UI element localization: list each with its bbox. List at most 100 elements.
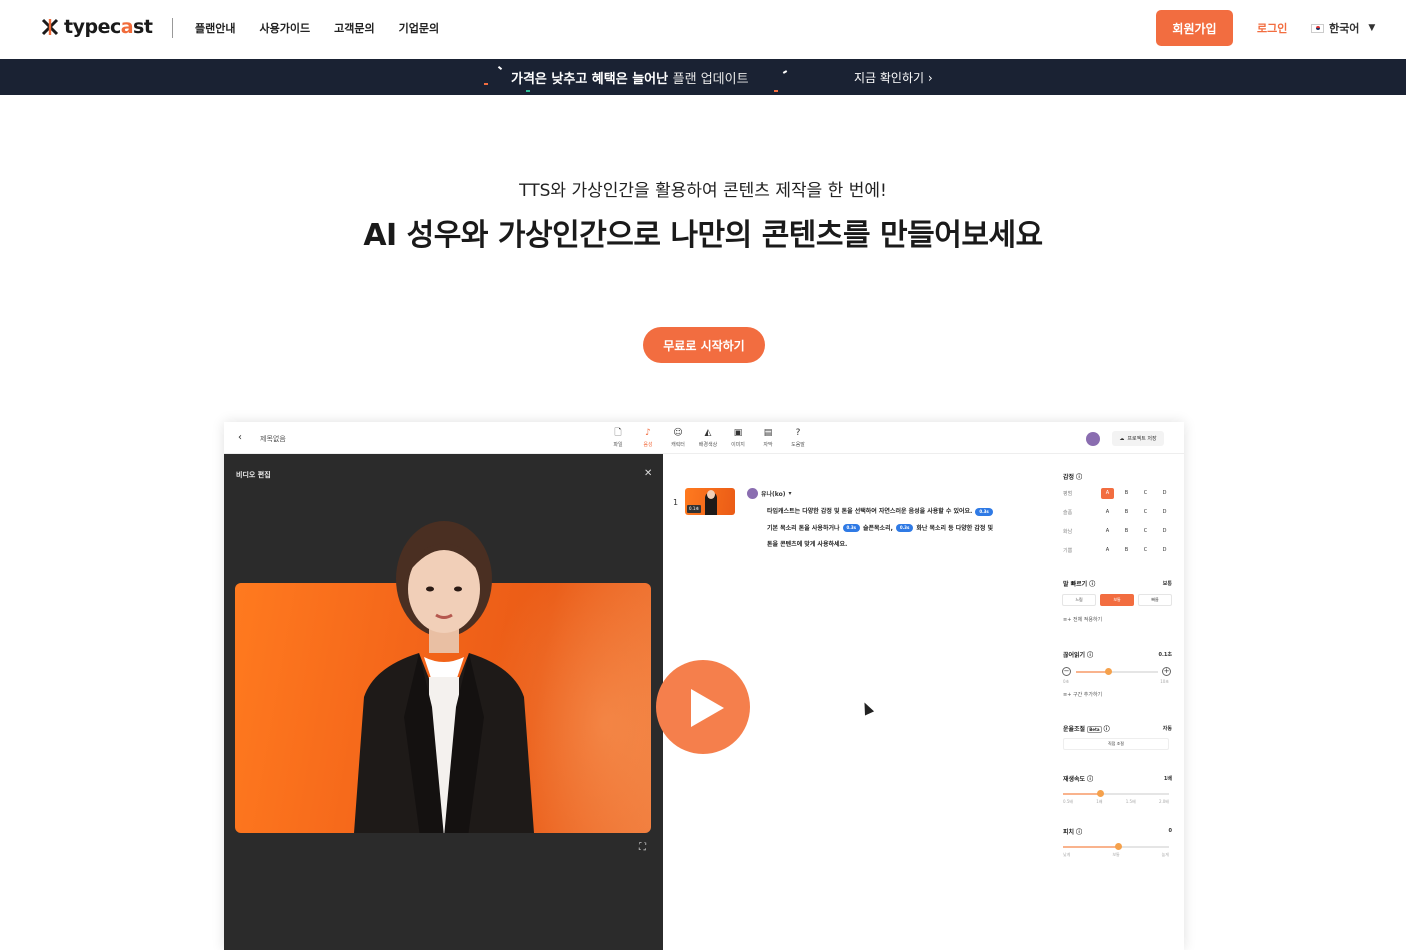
emotion-name: 평범 (1063, 491, 1073, 497)
minus-circle-icon[interactable]: − (1062, 667, 1071, 676)
back-chevron-icon[interactable]: ‹ (238, 432, 242, 443)
save-project-button[interactable]: ☁ 프로젝트 저장 (1112, 431, 1164, 446)
emotion-option[interactable]: B (1120, 526, 1133, 537)
video-edit-title: 비디오 편집 (236, 471, 271, 479)
emotion-option[interactable]: A (1101, 488, 1114, 499)
slider-knob[interactable] (1114, 843, 1122, 850)
script-line: 화난 목소리 등 다양한 감정 및 (916, 524, 994, 532)
nav-business[interactable]: 기업문의 (399, 20, 439, 36)
script-line: 슬픈목소리, (862, 524, 893, 532)
virtual-presenter (354, 521, 534, 833)
slider-knob[interactable] (1105, 668, 1113, 675)
language-selector[interactable]: 한국어 ▼ (1311, 20, 1375, 36)
speaker-name: 유나(ko) (761, 491, 786, 498)
tool-label: 파일 (613, 442, 623, 448)
tool-file[interactable]: 🗋 파일 (608, 428, 628, 448)
pause-slider[interactable] (1076, 668, 1158, 675)
script-text[interactable]: 타입캐스트는 다양한 감정 및 톤을 선택하여 자연스러운 음성을 사용할 수 … (767, 504, 1037, 554)
emotion-option[interactable]: B (1120, 545, 1133, 556)
plus-circle-icon[interactable]: + (1162, 667, 1171, 676)
typecast-logo[interactable]: typecast (40, 16, 153, 38)
tool-label: 캐릭터 (671, 442, 685, 448)
tool-label: 도움말 (791, 442, 805, 448)
emotion-option[interactable]: A (1101, 507, 1114, 518)
manual-adjust-button[interactable]: 직접 조절 (1063, 738, 1169, 750)
emotion-option[interactable]: C (1139, 545, 1152, 556)
language-label: 한국어 (1329, 22, 1360, 35)
user-avatar[interactable] (1086, 432, 1100, 446)
emotion-option[interactable]: C (1139, 526, 1152, 537)
emotion-option[interactable]: D (1158, 526, 1171, 537)
slider-fill (1063, 846, 1119, 848)
nav-support[interactable]: 고객문의 (334, 20, 374, 36)
nav-guide[interactable]: 사용가이드 (259, 20, 310, 36)
tool-character[interactable]: ☺ 캐릭터 (668, 428, 688, 448)
hero-subtitle: TTS와 가상인간을 활용하여 콘텐츠 제작을 한 번에! (519, 181, 887, 201)
confetti-icon (782, 70, 788, 74)
tool-subtitle[interactable]: ▤ 자막 (758, 428, 778, 448)
tool-background[interactable]: ◭ 배경색상 (698, 428, 718, 448)
banner-check-link[interactable]: 지금 확인하기 › (854, 69, 933, 86)
subtitle-icon: ▤ (763, 428, 773, 438)
banner-message: 가격은 낮추고 혜택은 늘어난 플랜 업데이트 (511, 72, 749, 87)
row-number: 1 (673, 498, 679, 507)
save-project-label: 프로젝트 저장 (1127, 436, 1157, 442)
playback-slider[interactable] (1063, 790, 1169, 797)
apply-all-link[interactable]: ≡+ 전체 적용하기 (1063, 616, 1102, 623)
tick-label: 1.5배 (1125, 799, 1136, 804)
tool-voice[interactable]: ♪ 음성 (638, 428, 658, 448)
speed-normal[interactable]: 보통 (1100, 594, 1134, 606)
close-icon[interactable]: ✕ (644, 468, 652, 479)
emotion-option[interactable]: C (1139, 488, 1152, 499)
emotion-name: 화남 (1063, 529, 1073, 535)
pause-label: 끊어읽기 ⓘ (1063, 652, 1094, 659)
pause-tag[interactable]: 0.3s (842, 524, 860, 532)
confetti-icon (526, 90, 530, 92)
help-icon: ? (795, 428, 801, 438)
thumbnail-face (707, 490, 715, 499)
start-free-button[interactable]: 무료로 시작하기 (643, 327, 765, 363)
tool-image[interactable]: ▣ 이미지 (728, 428, 748, 448)
playback-value: 1배 (1163, 776, 1172, 782)
voice-icon: ♪ (645, 428, 651, 438)
speed-label: 말 빠르기 ⓘ (1063, 581, 1096, 588)
slider-knob[interactable] (1096, 790, 1104, 797)
project-title[interactable]: 제목없음 (260, 434, 286, 444)
emotion-option[interactable]: C (1139, 507, 1152, 518)
emotion-option[interactable]: D (1158, 488, 1171, 499)
signup-button[interactable]: 회원가입 (1156, 10, 1233, 46)
logo-mark-icon (41, 18, 59, 36)
speed-segmented-control: 느림 보통 빠름 (1062, 594, 1172, 606)
file-icon: 🗋 (614, 428, 622, 438)
tick-label: 보통 (1112, 852, 1120, 857)
tick-label: 2.0배 (1158, 799, 1169, 804)
image-icon: ▣ (733, 428, 743, 438)
emotion-option[interactable]: B (1120, 488, 1133, 499)
prosody-label: 운율조절 Beta ⓘ (1063, 726, 1110, 733)
emotion-option[interactable]: D (1158, 507, 1171, 518)
fullscreen-icon[interactable]: ⛶ (639, 842, 646, 853)
emotion-row: 기쁨 A B C D (1063, 545, 1177, 556)
emotion-option[interactable]: A (1101, 545, 1114, 556)
pause-tag[interactable]: 0.3s (975, 507, 993, 516)
add-section-link[interactable]: ≡+ 구간 추가하기 (1063, 691, 1102, 698)
pitch-slider[interactable] (1063, 843, 1169, 850)
hero-title: AI 성우와 가상인간으로 나만의 콘텐츠를 만들어보세요 (363, 218, 1043, 253)
emotion-option[interactable]: D (1158, 545, 1171, 556)
play-button[interactable] (656, 660, 750, 754)
cloud-icon: ☁ (1119, 435, 1125, 442)
nav-plans[interactable]: 플랜안내 (195, 20, 235, 36)
chevron-down-icon: ▾ (788, 490, 792, 497)
emotion-option[interactable]: A (1101, 526, 1114, 537)
speed-fast[interactable]: 빠름 (1138, 594, 1172, 606)
emotion-option[interactable]: B (1120, 507, 1133, 518)
scene-thumbnail[interactable]: 0.1초 (685, 488, 735, 515)
login-link[interactable]: 로그인 (1257, 20, 1287, 36)
speaker-selector[interactable]: 유나(ko) ▾ (747, 488, 792, 499)
emotion-label: 감정 ⓘ (1063, 474, 1083, 481)
pause-tag[interactable]: 0.3s (895, 524, 914, 532)
tool-label: 자막 (763, 442, 773, 448)
tool-help[interactable]: ? 도움말 (788, 428, 808, 448)
speed-slow[interactable]: 느림 (1062, 594, 1096, 606)
emotion-name: 기쁨 (1063, 548, 1073, 554)
